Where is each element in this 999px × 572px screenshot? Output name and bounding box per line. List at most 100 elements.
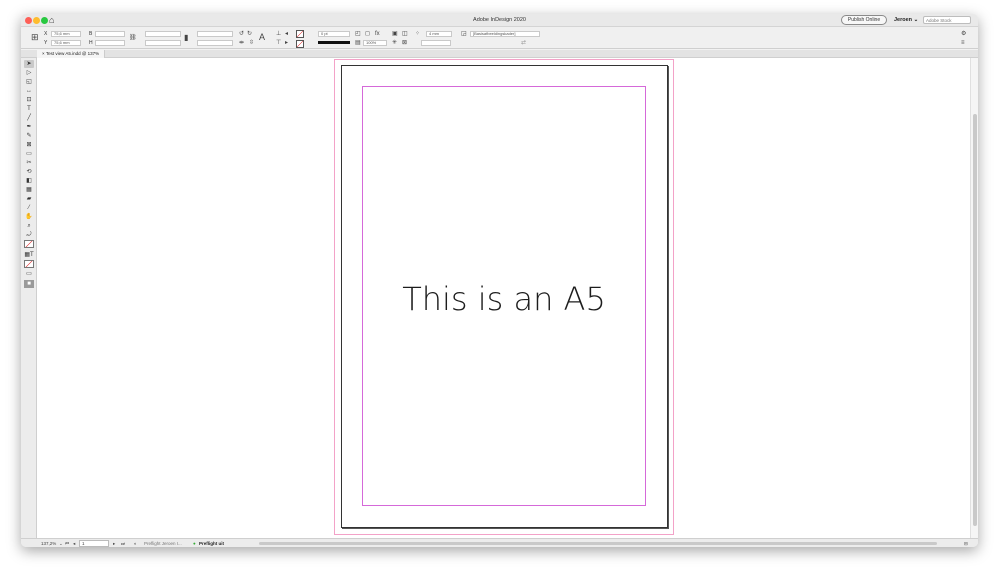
object-style-field[interactable]: [Basisafbeeldingskader] <box>470 31 540 37</box>
pasteboard[interactable]: This is an A5 <box>37 58 970 539</box>
screen-mode-icon[interactable]: ▭ <box>24 270 34 278</box>
eyedropper-tool-icon[interactable]: ⁄ <box>24 204 34 212</box>
constrain-proportions-icon[interactable]: ⛓ <box>129 35 137 41</box>
publish-label: Publish Online <box>847 17 881 23</box>
y-label: Y <box>44 40 48 46</box>
width-label: B <box>89 31 93 37</box>
scale-y-field[interactable] <box>145 40 181 46</box>
gap-selector[interactable] <box>421 40 451 46</box>
user-menu[interactable]: Jeroen ⌄ <box>894 15 918 26</box>
adobe-stock-search-input[interactable] <box>923 16 971 24</box>
user-name: Jeroen <box>894 17 913 23</box>
fill-frame-icon[interactable]: ⊠ <box>402 40 407 46</box>
select-content-icon[interactable]: ⊤ <box>276 40 281 46</box>
page-number-field[interactable]: 1 <box>79 540 109 547</box>
window-title: Adobe InDesign 2020 <box>473 17 526 23</box>
status-bar: 137,2% ⌄ ⏮ ◂ 1 ▸ ⏭ ◐ Preflight Jeroen I.… <box>21 538 978 547</box>
drop-shadow-icon[interactable]: ◻ <box>365 31 370 37</box>
panel-menu-icon[interactable]: ≡ <box>961 40 965 46</box>
stroke-weight-field[interactable]: 0 pt <box>318 31 350 37</box>
zoom-tool-icon[interactable]: ⌕ <box>24 222 34 230</box>
page-text-frame[interactable]: This is an A5 <box>362 280 646 318</box>
reference-point-icon[interactable]: ⊞ <box>31 32 39 42</box>
title-bar: ⌂ Adobe InDesign 2020 Publish Online Jer… <box>21 14 978 27</box>
zoom-level-field[interactable]: 137,2% <box>41 539 56 547</box>
document-tab-bar: × Test view A5.indd @ 137% <box>21 50 978 58</box>
rectangle-frame-tool-icon[interactable]: ⊠ <box>24 141 34 149</box>
first-page-icon[interactable]: ⏮ <box>65 539 69 547</box>
align-icon[interactable]: ▮ <box>184 34 188 42</box>
select-previous-icon[interactable]: ◂ <box>285 31 288 37</box>
fit-frame-icon[interactable]: ◫ <box>402 31 408 37</box>
rectangle-tool-icon[interactable]: ▭ <box>24 150 34 158</box>
rotate-field[interactable] <box>197 31 233 37</box>
corner-options-icon[interactable]: ◰ <box>355 31 361 37</box>
center-content-icon[interactable]: ✳ <box>392 40 397 46</box>
fill-swatch-icon[interactable] <box>296 30 304 38</box>
fit-content-icon[interactable]: ▣ <box>392 31 398 37</box>
content-collector-icon[interactable]: ⊡ <box>24 96 34 104</box>
view-mode-icon[interactable]: ■ <box>24 280 34 288</box>
x-label: X <box>44 31 48 37</box>
select-next-icon[interactable]: ▸ <box>285 40 288 46</box>
flip-horizontal-icon[interactable]: ⇹ <box>239 40 244 46</box>
preflight-profile-icon: ◐ <box>134 541 137 546</box>
rotate-ccw-icon[interactable]: ↺ <box>239 31 244 37</box>
publish-online-button[interactable]: Publish Online <box>841 15 887 25</box>
stroke-type-selector[interactable] <box>318 41 350 44</box>
toolbox: ➤ ▷ ◱ ↔ ⊡ T ╱ ✒ ✎ ⊠ ▭ ✂ ⟲ ◧ ▦ ▰ ⁄ ✋ ⌕ ⤾ … <box>21 58 37 538</box>
line-tool-icon[interactable]: ╱ <box>24 114 34 122</box>
view-toggle-icon[interactable]: ⊟ <box>964 539 968 547</box>
swap-fill-stroke-icon[interactable]: ⤾ <box>24 231 34 239</box>
next-page-icon[interactable]: ▸ <box>113 539 115 547</box>
pencil-tool-icon[interactable]: ✎ <box>24 132 34 140</box>
apply-none-icon[interactable] <box>24 260 34 268</box>
text-frame-options-icon[interactable]: A <box>259 33 265 42</box>
app-window: ⌂ Adobe InDesign 2020 Publish Online Jer… <box>21 14 978 547</box>
zoom-menu-chevron-icon[interactable]: ⌄ <box>59 539 63 547</box>
x-position-field[interactable]: 75,6 mm <box>51 31 81 37</box>
gradient-feather-tool-icon[interactable]: ▦ <box>24 186 34 194</box>
width-field[interactable] <box>95 31 125 37</box>
vertical-scrollbar[interactable] <box>970 58 978 539</box>
free-transform-tool-icon[interactable]: ⟲ <box>24 168 34 176</box>
document-tab-label: Test view A5.indd @ 137% <box>45 51 100 56</box>
select-container-icon[interactable]: ⊥ <box>276 31 281 37</box>
height-field[interactable] <box>95 40 125 46</box>
previous-page-icon[interactable]: ◂ <box>73 539 75 547</box>
type-tool-icon[interactable]: T <box>24 105 34 113</box>
y-position-field[interactable]: 75,6 mm <box>51 40 81 46</box>
gear-icon[interactable]: ⚙ <box>961 31 966 37</box>
formatting-affects-icon[interactable]: ▦T <box>24 251 34 259</box>
note-tool-icon[interactable]: ▰ <box>24 195 34 203</box>
link-icon[interactable]: ⇄ <box>521 40 526 46</box>
scale-x-field[interactable] <box>145 31 181 37</box>
gradient-swatch-tool-icon[interactable]: ◧ <box>24 177 34 185</box>
opacity-field[interactable]: 100% <box>363 40 387 46</box>
direct-selection-tool-icon[interactable]: ▷ <box>24 69 34 77</box>
gap-icon: ⁘ <box>415 31 421 37</box>
opacity-icon[interactable]: ▤ <box>355 40 361 46</box>
preflight-profile[interactable]: Preflight Jeroen I... <box>144 539 182 547</box>
scissors-tool-icon[interactable]: ✂ <box>24 159 34 167</box>
gap-tool-icon[interactable]: ↔ <box>24 87 34 95</box>
horizontal-scroll-thumb[interactable] <box>259 542 937 545</box>
height-label: H <box>89 40 93 46</box>
shear-field[interactable] <box>197 40 233 46</box>
rotate-cw-icon[interactable]: ↻ <box>247 31 252 37</box>
vertical-scroll-thumb[interactable] <box>973 114 977 526</box>
gap-field[interactable]: 4 mm <box>426 31 452 37</box>
pen-tool-icon[interactable]: ✒ <box>24 123 34 131</box>
selection-tool-icon[interactable]: ➤ <box>24 60 34 68</box>
page-tool-icon[interactable]: ◱ <box>24 78 34 86</box>
hand-tool-icon[interactable]: ✋ <box>24 213 34 221</box>
last-page-icon[interactable]: ⏭ <box>121 539 125 547</box>
document-tab[interactable]: × Test view A5.indd @ 137% <box>37 50 106 58</box>
preflight-status-icon: ● <box>193 541 196 546</box>
close-icon[interactable]: × <box>42 51 45 56</box>
flip-vertical-icon[interactable]: ⇳ <box>249 40 254 46</box>
preflight-status[interactable]: Preflight uit <box>199 539 224 547</box>
stroke-swatch-icon[interactable] <box>296 40 304 48</box>
fill-stroke-icon[interactable] <box>24 240 34 248</box>
effects-icon[interactable]: fx <box>375 31 380 37</box>
